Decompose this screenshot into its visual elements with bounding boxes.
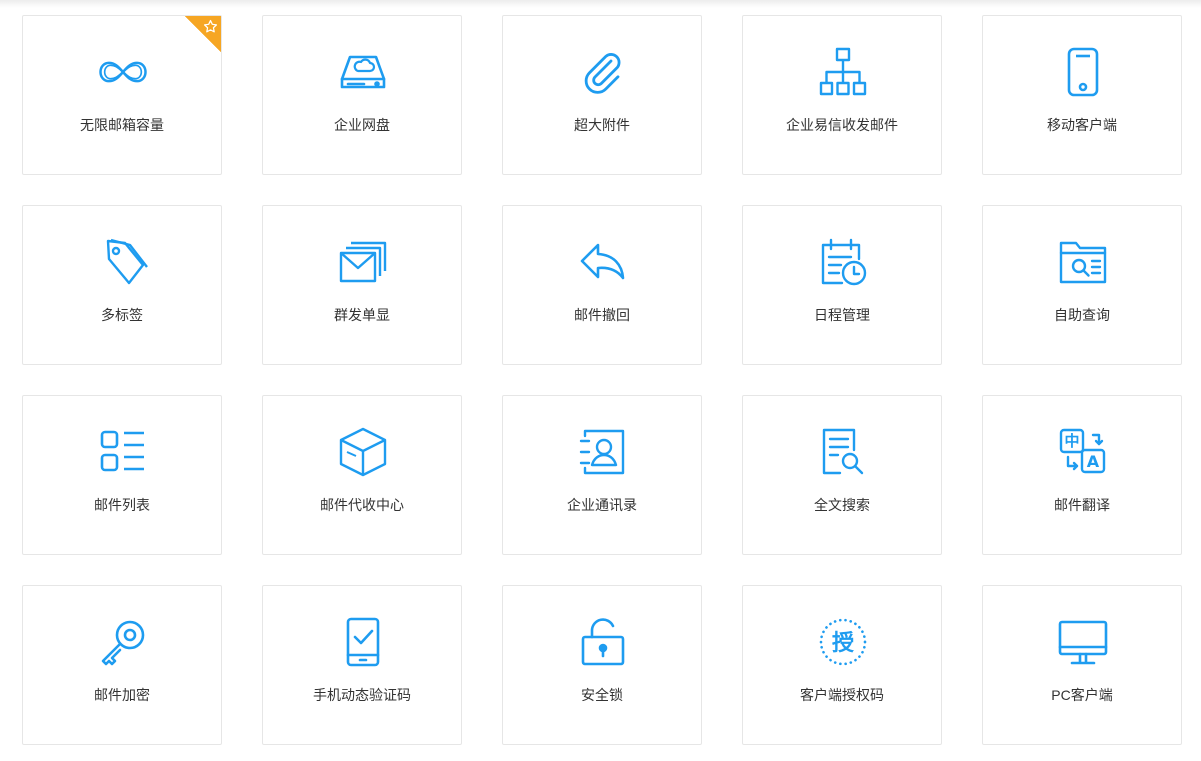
feature-card-yixin-mail[interactable]: 企业易信收发邮件 [742,15,942,175]
infinity-icon [98,47,148,97]
authorization-icon-text: 授 [832,631,855,656]
star-badge-icon [185,16,221,52]
feature-card-contacts[interactable]: 企业通讯录 [502,395,702,555]
padlock-icon [578,617,628,667]
phone-check-icon [338,617,388,667]
feature-label: 企业易信收发邮件 [786,117,898,133]
feature-label: 邮件翻译 [1054,497,1110,513]
feature-card-client-auth-code[interactable]: 授 客户端授权码 [742,585,942,745]
feature-card-recall-mail[interactable]: 邮件撤回 [502,205,702,365]
feature-card-sms-verification[interactable]: 手机动态验证码 [262,585,462,745]
package-box-icon [338,427,388,477]
feature-card-enterprise-drive[interactable]: 企业网盘 [262,15,462,175]
feature-label: 客户端授权码 [800,687,884,703]
mobile-phone-icon [1058,47,1108,97]
feature-card-mail-list[interactable]: 邮件列表 [22,395,222,555]
feature-card-security-lock[interactable]: 安全锁 [502,585,702,745]
org-chart-icon [818,47,868,97]
feature-grid: 无限邮箱容量 企业网盘 超大附件 企业易信收发邮件 移动客户端 多标签 群发单显… [22,15,1182,745]
list-icon [98,427,148,477]
feature-card-mobile-client[interactable]: 移动客户端 [982,15,1182,175]
feature-label: 手机动态验证码 [313,687,411,703]
feature-card-unlimited-mailbox[interactable]: 无限邮箱容量 [22,15,222,175]
calendar-clock-icon [818,237,868,287]
feature-card-mail-collect-center[interactable]: 邮件代收中心 [262,395,462,555]
feature-card-mass-single-display[interactable]: 群发单显 [262,205,462,365]
contacts-book-icon [578,427,628,477]
key-icon [98,617,148,667]
top-shadow [0,0,1201,8]
document-search-icon [818,427,868,477]
feature-label: 全文搜索 [814,497,870,513]
feature-card-mail-translate[interactable]: 中 A 邮件翻译 [982,395,1182,555]
undo-arrow-icon [578,237,628,287]
feature-card-schedule[interactable]: 日程管理 [742,205,942,365]
tag-icon [98,237,148,287]
feature-label: 日程管理 [814,307,870,323]
feature-label: 自助查询 [1054,307,1110,323]
feature-card-full-text-search[interactable]: 全文搜索 [742,395,942,555]
cloud-drive-icon [338,47,388,97]
feature-label: 移动客户端 [1047,117,1117,133]
feature-card-pc-client[interactable]: PC客户端 [982,585,1182,745]
translate-icon-text-zh: 中 [1064,432,1079,450]
monitor-icon [1058,617,1108,667]
feature-label: 群发单显 [334,307,390,323]
feature-label: 超大附件 [574,117,630,133]
translate-icon: 中 A [1058,427,1108,477]
feature-card-self-query[interactable]: 自助查询 [982,205,1182,365]
feature-label: 企业网盘 [334,117,390,133]
folder-search-icon [1058,237,1108,287]
feature-label: PC客户端 [1051,687,1113,703]
paperclip-icon [578,47,628,97]
feature-label: 邮件加密 [94,687,150,703]
feature-label: 安全锁 [581,687,623,703]
feature-label: 邮件代收中心 [320,497,404,513]
feature-card-mail-encryption[interactable]: 邮件加密 [22,585,222,745]
authorization-icon: 授 [818,617,868,667]
feature-label: 无限邮箱容量 [80,117,164,133]
feature-label: 多标签 [101,307,143,323]
feature-label: 企业通讯录 [567,497,637,513]
feature-label: 邮件列表 [94,497,150,513]
feature-card-multi-tag[interactable]: 多标签 [22,205,222,365]
feature-card-large-attachment[interactable]: 超大附件 [502,15,702,175]
stacked-mail-icon [338,237,388,287]
translate-icon-text-a: A [1087,452,1100,471]
feature-label: 邮件撤回 [574,307,630,323]
